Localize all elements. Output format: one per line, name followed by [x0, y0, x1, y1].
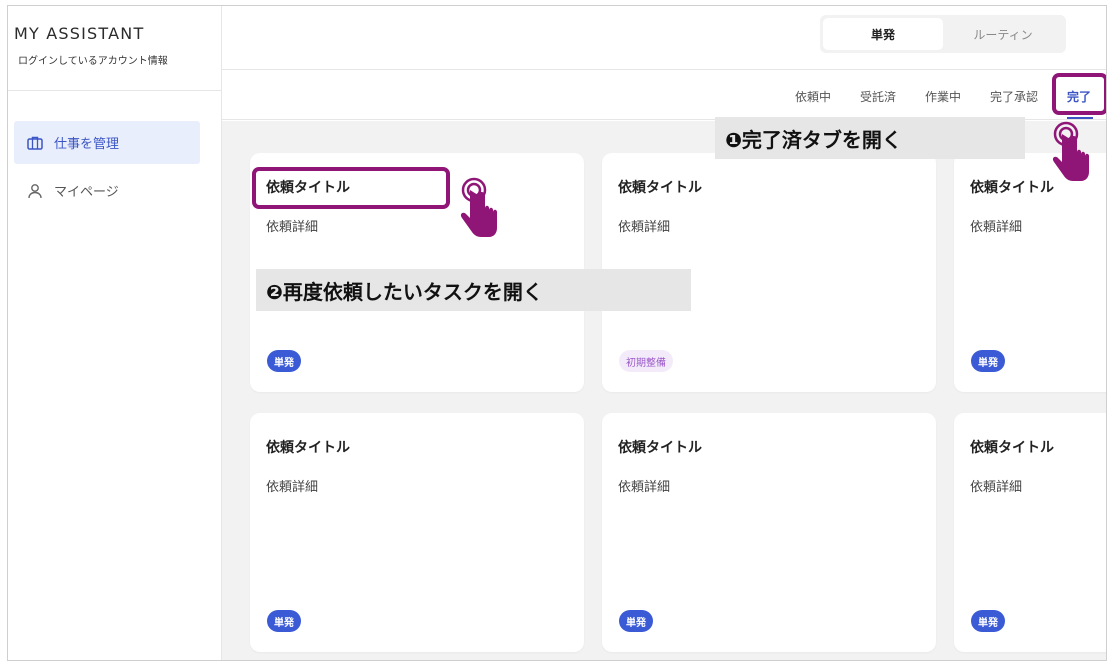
account-info[interactable]: ログインしているアカウント情報	[18, 52, 168, 67]
category-badge: 単発	[267, 610, 301, 632]
category-badge: 初期整備	[619, 350, 673, 372]
request-card[interactable]: 依頼タイトル 依頼詳細 単発	[954, 413, 1106, 652]
sidebar-item-label: 仕事を管理	[54, 137, 120, 152]
sidebar-item-label: マイページ	[54, 185, 119, 200]
card-detail: 依頼詳細	[618, 480, 671, 495]
card-detail: 依頼詳細	[618, 220, 671, 235]
category-badge: 単発	[971, 350, 1005, 372]
user-icon	[26, 182, 44, 200]
status-tabs: 依頼中 受託済 作業中 完了承認 完了	[222, 70, 1106, 120]
card-detail: 依頼詳細	[970, 480, 1023, 495]
card-detail: 依頼詳細	[970, 220, 1023, 235]
brand-logo: MY ASSISTANT	[14, 24, 145, 43]
mode-single-button[interactable]: 単発	[823, 18, 943, 50]
mode-toggle: 単発 ルーティン	[820, 15, 1066, 53]
category-badge: 単発	[267, 350, 301, 372]
card-title: 依頼タイトル	[970, 180, 1054, 196]
tap-hand-icon	[460, 177, 497, 237]
request-card[interactable]: 依頼タイトル 依頼詳細 単発	[602, 413, 936, 652]
briefcase-icon	[26, 134, 44, 152]
step1-callout: ❶完了済タブを開く	[715, 117, 1025, 159]
sidebar-item-manage-work[interactable]: 仕事を管理	[14, 121, 200, 164]
card-title: 依頼タイトル	[970, 440, 1054, 456]
step2-callout: ❷再度依頼したいタスクを開く	[256, 269, 691, 311]
card-title: 依頼タイトル	[266, 180, 350, 196]
tab-requested[interactable]: 依頼中	[795, 88, 831, 105]
card-detail: 依頼詳細	[266, 220, 319, 235]
card-title: 依頼タイトル	[618, 180, 702, 196]
card-detail: 依頼詳細	[266, 480, 319, 495]
category-badge: 単発	[971, 610, 1005, 632]
active-tab-indicator	[1067, 117, 1093, 119]
card-title: 依頼タイトル	[266, 440, 350, 456]
top-header: 単発 ルーティン	[222, 6, 1106, 70]
app-window: MY ASSISTANT ログインしているアカウント情報 仕事を管理 マイページ…	[7, 5, 1107, 661]
tab-completion-approval[interactable]: 完了承認	[990, 88, 1038, 105]
tap-hand-icon	[1052, 121, 1089, 181]
category-badge: 単発	[619, 610, 653, 632]
sidebar-item-mypage[interactable]: マイページ	[14, 169, 200, 212]
main-content: 依頼タイトル 依頼詳細 単発 依頼タイトル 依頼詳細 初期整備 依頼タイトル 依…	[222, 121, 1106, 660]
sidebar: MY ASSISTANT ログインしているアカウント情報 仕事を管理 マイページ	[8, 6, 222, 660]
sidebar-divider	[8, 90, 222, 91]
tab-in-progress[interactable]: 作業中	[925, 88, 961, 105]
mode-routine-button[interactable]: ルーティン	[943, 18, 1063, 50]
tab-accepted[interactable]: 受託済	[860, 88, 896, 105]
card-title: 依頼タイトル	[618, 440, 702, 456]
tab-completed[interactable]: 完了	[1067, 88, 1091, 105]
request-card[interactable]: 依頼タイトル 依頼詳細 単発	[250, 413, 584, 652]
